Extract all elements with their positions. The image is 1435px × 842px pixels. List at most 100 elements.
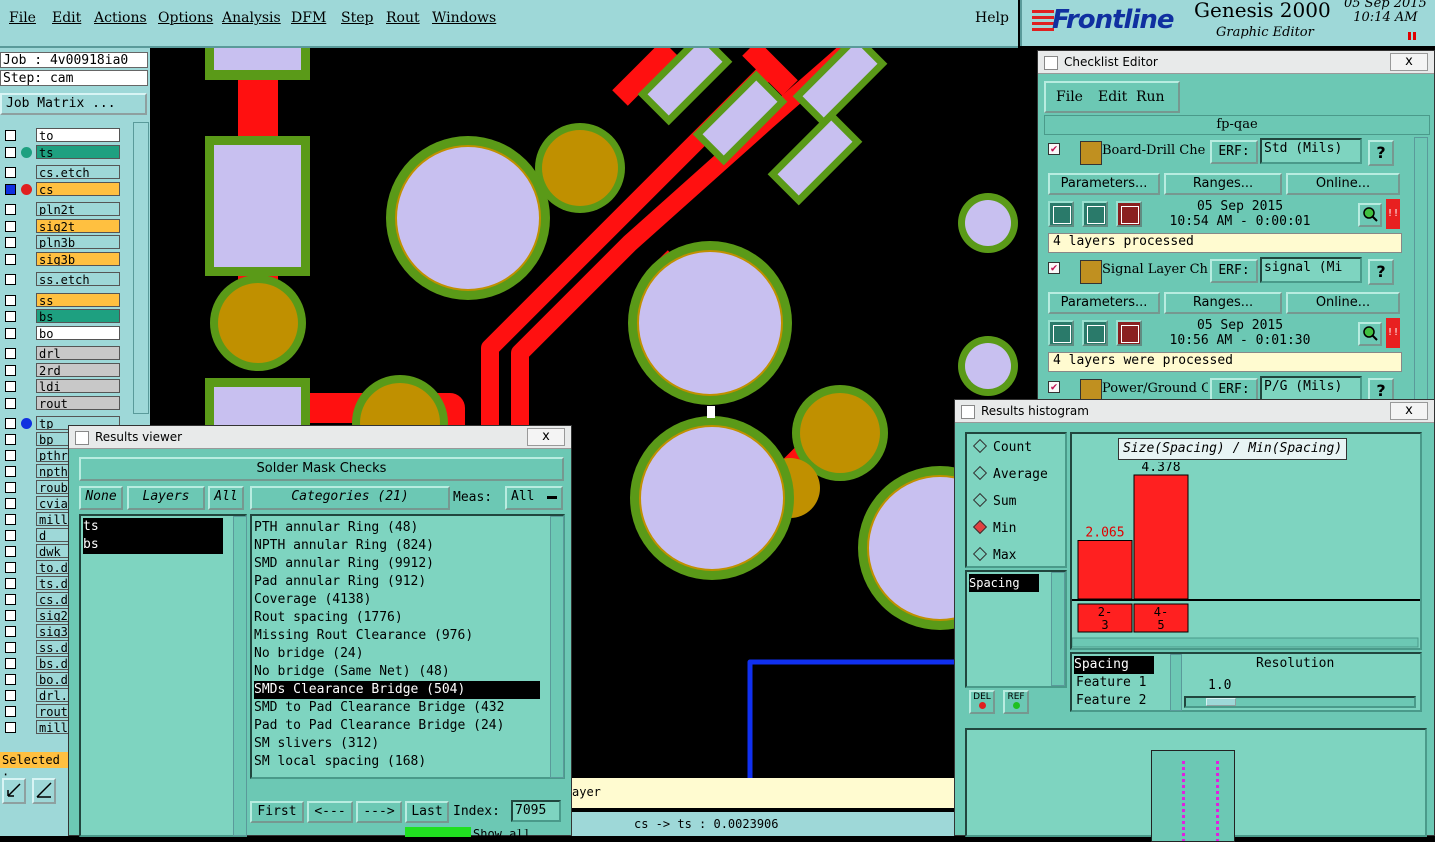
layer-list-scrollbar[interactable] bbox=[233, 516, 247, 836]
checklist-menu-run[interactable]: Run bbox=[1136, 89, 1165, 105]
erf-value[interactable]: Std (Mils) bbox=[1260, 138, 1362, 164]
layer-checkbox[interactable] bbox=[5, 294, 16, 306]
layer-checkbox[interactable] bbox=[5, 610, 16, 621]
layer-row[interactable]: bo bbox=[2, 325, 120, 341]
layers-all-button[interactable]: All bbox=[208, 486, 244, 510]
layer-checkbox[interactable] bbox=[5, 674, 16, 685]
menu-edit[interactable]: Edit bbox=[52, 10, 81, 26]
layer-checkbox[interactable] bbox=[5, 237, 16, 248]
last-button[interactable]: Last bbox=[405, 801, 449, 823]
measure-item[interactable]: Spacing bbox=[969, 574, 1039, 592]
categories-scrollbar[interactable] bbox=[550, 516, 564, 778]
category-item[interactable]: SM slivers (312) bbox=[254, 735, 379, 753]
run-all-icon[interactable] bbox=[1082, 201, 1108, 227]
layer-checkbox[interactable] bbox=[5, 642, 16, 653]
layer-checkbox[interactable] bbox=[5, 130, 16, 141]
magnify-icon[interactable] bbox=[1358, 203, 1382, 227]
results-layer-item[interactable]: bs bbox=[83, 536, 223, 554]
feature-item[interactable]: Spacing bbox=[1074, 656, 1154, 674]
layer-checkbox[interactable] bbox=[5, 167, 16, 178]
prev-button[interactable]: <--- bbox=[307, 801, 353, 823]
stop-icon[interactable] bbox=[1116, 201, 1142, 227]
layer-checkbox[interactable] bbox=[5, 364, 16, 376]
layer-row[interactable]: ss.etch bbox=[2, 272, 120, 287]
help-button[interactable]: ? bbox=[1368, 140, 1394, 166]
index-input[interactable]: 7095 bbox=[511, 800, 561, 822]
layer-checkbox[interactable] bbox=[5, 146, 16, 158]
measure-list-scrollbar[interactable] bbox=[1051, 572, 1065, 686]
layer-row[interactable]: sig2t bbox=[2, 218, 120, 234]
feature-list-scrollbar[interactable] bbox=[1170, 654, 1182, 711]
menu-windows[interactable]: Windows bbox=[432, 10, 496, 26]
layer-checkbox[interactable] bbox=[5, 562, 16, 573]
layer-checkbox[interactable] bbox=[5, 498, 16, 509]
layer-checkbox[interactable] bbox=[5, 658, 16, 669]
categories-button[interactable]: Categories (21) bbox=[250, 486, 450, 510]
mode-sum-radio[interactable]: Sum bbox=[972, 492, 1016, 510]
layer-checkbox[interactable] bbox=[5, 626, 16, 637]
parameters-button[interactable]: Parameters... bbox=[1048, 292, 1160, 314]
mode-max-radio[interactable]: Max bbox=[972, 546, 1016, 564]
category-item[interactable]: No bridge (Same Net) (48) bbox=[254, 663, 450, 681]
parameters-button[interactable]: Parameters... bbox=[1048, 173, 1160, 195]
layer-row[interactable]: sig3b bbox=[2, 251, 120, 267]
category-item[interactable]: NPTH annular Ring (824) bbox=[254, 537, 434, 555]
online-button[interactable]: Online... bbox=[1286, 173, 1400, 195]
del-button[interactable]: DEL bbox=[969, 690, 995, 714]
action-checkbox[interactable]: ✔ bbox=[1048, 381, 1060, 393]
magnify-icon[interactable] bbox=[1358, 322, 1382, 346]
action-checkbox[interactable]: ✔ bbox=[1048, 143, 1060, 155]
close-icon[interactable]: x bbox=[1390, 53, 1428, 71]
category-item[interactable]: SMD to Pad Clearance Bridge (432 bbox=[254, 699, 504, 717]
layer-checkbox[interactable] bbox=[5, 381, 16, 392]
layer-checkbox[interactable] bbox=[5, 706, 16, 717]
layer-checkbox[interactable] bbox=[5, 514, 16, 525]
mode-count-radio[interactable]: Count bbox=[972, 438, 1032, 456]
menu-actions[interactable]: Actions bbox=[94, 10, 147, 26]
stop-icon[interactable] bbox=[1116, 320, 1142, 346]
menu-rout[interactable]: Rout bbox=[386, 10, 420, 26]
action-checkbox[interactable]: ✔ bbox=[1048, 262, 1060, 274]
mode-min-radio[interactable]: Min bbox=[972, 519, 1016, 537]
first-button[interactable]: First bbox=[250, 801, 304, 823]
mode-average-radio[interactable]: Average bbox=[972, 465, 1048, 483]
layer-row[interactable]: pln2t bbox=[2, 202, 120, 217]
layer-checkbox[interactable] bbox=[5, 482, 16, 493]
layer-checkbox[interactable] bbox=[5, 418, 16, 429]
layer-row[interactable]: bs bbox=[2, 309, 120, 324]
close-icon[interactable]: x bbox=[1390, 402, 1428, 420]
category-item[interactable]: Missing Rout Clearance (976) bbox=[254, 627, 473, 645]
layer-checkbox[interactable] bbox=[5, 311, 16, 322]
layers-none-button[interactable]: None bbox=[79, 486, 123, 510]
layer-row[interactable]: ss bbox=[2, 292, 120, 308]
layer-list-scrollbar[interactable] bbox=[133, 122, 149, 414]
histogram-bar[interactable] bbox=[1077, 540, 1133, 600]
menu-step[interactable]: Step bbox=[341, 10, 373, 26]
layer-checkbox[interactable] bbox=[5, 530, 16, 541]
layer-row[interactable]: ts bbox=[2, 144, 120, 160]
help-button[interactable]: ? bbox=[1368, 259, 1394, 285]
run-icon[interactable] bbox=[1048, 320, 1074, 346]
layer-checkbox[interactable] bbox=[5, 183, 16, 195]
menu-analysis[interactable]: Analysis bbox=[222, 10, 281, 26]
layer-row[interactable]: ldi bbox=[2, 379, 120, 394]
checklist-menu-edit[interactable]: Edit bbox=[1098, 89, 1127, 105]
erf-value[interactable]: signal (Mi bbox=[1260, 257, 1362, 283]
layer-checkbox[interactable] bbox=[5, 397, 16, 409]
layer-row[interactable]: cs bbox=[2, 181, 120, 197]
layer-row[interactable]: cs.etch bbox=[2, 165, 120, 180]
layer-checkbox[interactable] bbox=[5, 204, 16, 215]
layer-checkbox[interactable] bbox=[5, 594, 16, 605]
category-item[interactable]: Pad annular Ring (912) bbox=[254, 573, 426, 591]
category-item[interactable]: PTH annular Ring (48) bbox=[254, 519, 418, 537]
close-icon[interactable]: x bbox=[527, 428, 565, 446]
slider-thumb[interactable] bbox=[1206, 698, 1236, 706]
layer-row[interactable]: rout bbox=[2, 395, 120, 411]
layer-checkbox[interactable] bbox=[5, 434, 16, 445]
menu-help[interactable]: Help bbox=[975, 10, 1009, 26]
layer-checkbox[interactable] bbox=[5, 690, 16, 701]
category-item[interactable]: SMD annular Ring (9912) bbox=[254, 555, 434, 573]
feature-item[interactable]: Feature 1 bbox=[1076, 674, 1146, 692]
ref-button[interactable]: REF bbox=[1003, 690, 1029, 714]
menu-dfm[interactable]: DFM bbox=[291, 10, 326, 26]
